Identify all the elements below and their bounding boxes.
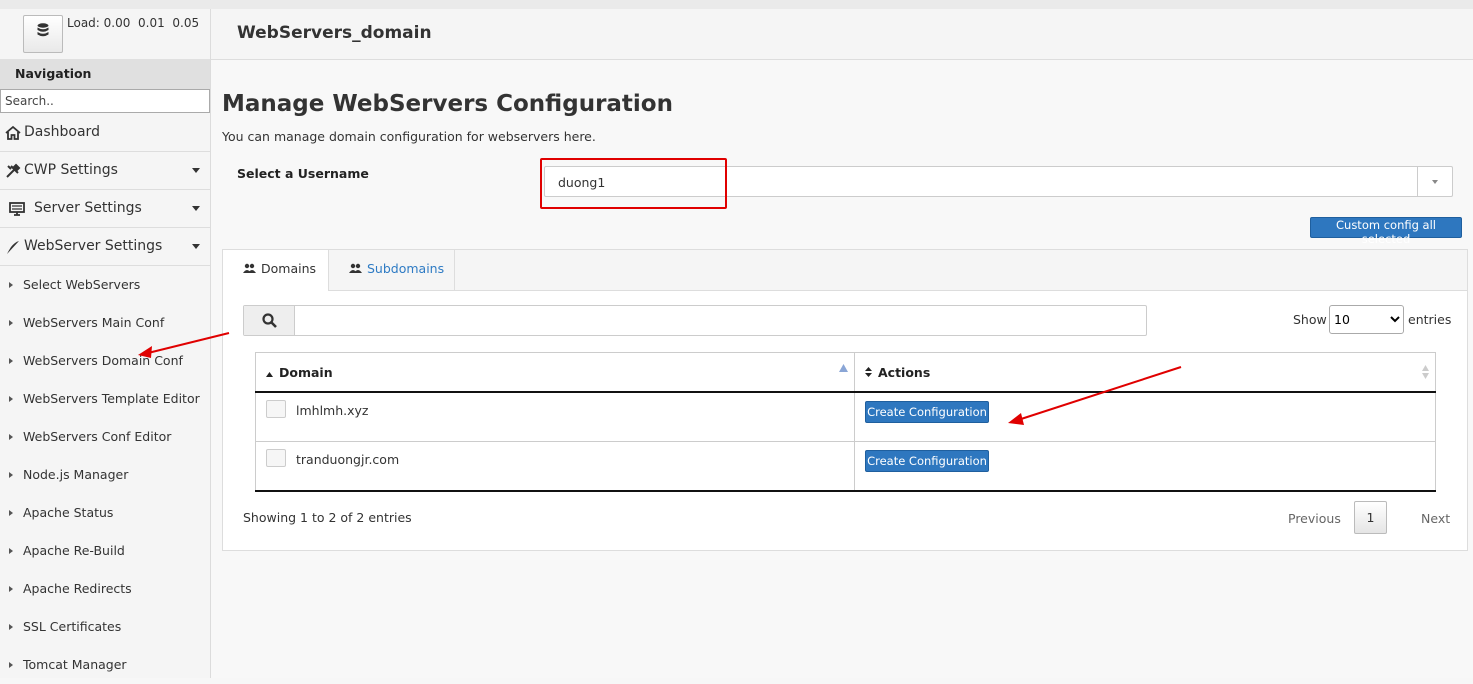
domain-name: tranduongjr.com bbox=[296, 452, 400, 467]
entries-label: entries bbox=[1408, 312, 1452, 327]
caret-right-icon bbox=[9, 662, 13, 668]
tools-icon bbox=[6, 163, 21, 178]
submenu-webservers-domain-conf[interactable]: WebServers Domain Conf bbox=[0, 342, 210, 380]
pagination-previous[interactable]: Previous bbox=[1288, 511, 1341, 526]
users-icon bbox=[349, 263, 362, 273]
create-configuration-button[interactable]: Create Configuration bbox=[865, 401, 989, 423]
tab-subdomains[interactable]: Subdomains bbox=[329, 250, 455, 290]
actions-cell: Create Configuration bbox=[854, 441, 1436, 492]
actions-cell: Create Configuration bbox=[854, 391, 1436, 442]
row-checkbox[interactable] bbox=[266, 449, 286, 467]
menu-item-cwp-settings[interactable]: CWP Settings bbox=[0, 152, 210, 190]
submenu-nodejs-manager[interactable]: Node.js Manager bbox=[0, 456, 210, 494]
column-header-actions[interactable]: Actions bbox=[854, 352, 1436, 393]
username-label: Select a Username bbox=[237, 166, 369, 181]
domains-table: Domain Actions lmhlmh.xyz Create Configu… bbox=[255, 352, 1436, 492]
menu-label: Dashboard bbox=[24, 124, 100, 140]
page-description: You can manage domain configuration for … bbox=[222, 129, 596, 144]
caret-right-icon bbox=[9, 472, 13, 478]
row-checkbox[interactable] bbox=[266, 400, 286, 418]
caret-down-icon bbox=[192, 244, 200, 249]
tab-bar: Domains Subdomains bbox=[223, 250, 1467, 291]
chevron-down-icon bbox=[1432, 180, 1438, 184]
database-icon bbox=[37, 23, 49, 37]
submenu-apache-rebuild[interactable]: Apache Re-Build bbox=[0, 532, 210, 570]
menu-label: WebServer Settings bbox=[24, 238, 163, 254]
submenu-apache-redirects[interactable]: Apache Redirects bbox=[0, 570, 210, 608]
navigation-heading: Navigation bbox=[0, 59, 210, 89]
caret-right-icon bbox=[9, 282, 13, 288]
annotation-highlight-box bbox=[540, 158, 727, 209]
submenu-webservers-main-conf[interactable]: WebServers Main Conf bbox=[0, 304, 210, 342]
menu-label: CWP Settings bbox=[24, 162, 118, 178]
submenu-tomcat-manager[interactable]: Tomcat Manager bbox=[0, 646, 210, 684]
domain-cell: lmhlmh.xyz bbox=[255, 391, 855, 442]
domain-cell: tranduongjr.com bbox=[255, 441, 855, 492]
caret-down-icon bbox=[192, 168, 200, 173]
show-label: Show bbox=[1293, 312, 1327, 327]
column-header-domain[interactable]: Domain bbox=[255, 352, 855, 393]
main-content: Manage WebServers Configuration You can … bbox=[211, 60, 1473, 678]
menu-label: Server Settings bbox=[34, 200, 142, 216]
nav-search-input[interactable] bbox=[0, 89, 210, 113]
page-title: Manage WebServers Configuration bbox=[222, 91, 673, 117]
caret-down-icon bbox=[192, 206, 200, 211]
sort-both-faded-icon bbox=[1422, 365, 1429, 379]
caret-right-icon bbox=[9, 624, 13, 630]
tab-label: Subdomains bbox=[367, 261, 445, 276]
sort-asc-icon bbox=[266, 371, 273, 377]
caret-right-icon bbox=[9, 586, 13, 592]
feather-icon bbox=[7, 241, 19, 254]
database-button[interactable] bbox=[23, 15, 63, 53]
caret-right-icon bbox=[9, 396, 13, 402]
caret-right-icon bbox=[9, 358, 13, 364]
page-header: WebServers_domain bbox=[211, 9, 1473, 60]
submenu-webservers-conf-editor[interactable]: WebServers Conf Editor bbox=[0, 418, 210, 456]
table-info: Showing 1 to 2 of 2 entries bbox=[243, 510, 412, 525]
menu-item-dashboard[interactable]: Dashboard bbox=[0, 114, 210, 152]
menu-item-webserver-settings[interactable]: WebServer Settings bbox=[0, 228, 210, 266]
caret-right-icon bbox=[9, 320, 13, 326]
create-configuration-button[interactable]: Create Configuration bbox=[865, 450, 989, 472]
server-icon bbox=[9, 202, 25, 216]
submenu-webservers-template-editor[interactable]: WebServers Template Editor bbox=[0, 380, 210, 418]
caret-right-icon bbox=[9, 548, 13, 554]
load-text: Load: 0.00 0.01 0.05 bbox=[67, 16, 200, 30]
submenu-select-webservers[interactable]: Select WebServers bbox=[0, 266, 210, 304]
search-icon bbox=[262, 313, 277, 328]
dropdown-toggle[interactable] bbox=[1417, 167, 1452, 196]
table-search-field[interactable] bbox=[243, 305, 1147, 336]
custom-config-all-button[interactable]: Custom config all selected bbox=[1310, 217, 1462, 246]
header-title: WebServers_domain bbox=[237, 23, 432, 43]
menu-item-server-settings[interactable]: Server Settings bbox=[0, 190, 210, 228]
load-panel: Load: 0.00 0.01 0.05 bbox=[0, 9, 210, 60]
entries-per-page-select[interactable]: 10 bbox=[1329, 305, 1404, 334]
caret-right-icon bbox=[9, 510, 13, 516]
sort-both-icon bbox=[865, 366, 872, 377]
domain-name: lmhlmh.xyz bbox=[296, 403, 369, 418]
sort-indicator-icon bbox=[839, 364, 848, 372]
home-icon bbox=[5, 125, 21, 140]
sidebar: Load: 0.00 0.01 0.05 Navigation Dashboar… bbox=[0, 9, 211, 678]
caret-right-icon bbox=[9, 434, 13, 440]
tab-domains[interactable]: Domains bbox=[223, 250, 329, 291]
tab-label: Domains bbox=[261, 261, 317, 276]
submenu-apache-status[interactable]: Apache Status bbox=[0, 494, 210, 532]
search-button[interactable] bbox=[244, 306, 295, 335]
pagination-page-1[interactable]: 1 bbox=[1354, 501, 1387, 534]
domains-panel: Domains Subdomains Show 10 entries Domai… bbox=[222, 249, 1468, 551]
table-row: lmhlmh.xyz Create Configuration bbox=[255, 391, 1436, 442]
pagination-next[interactable]: Next bbox=[1421, 511, 1450, 526]
submenu-ssl-certificates[interactable]: SSL Certificates bbox=[0, 608, 210, 646]
table-row: tranduongjr.com Create Configuration bbox=[255, 441, 1436, 492]
users-icon bbox=[243, 263, 256, 273]
